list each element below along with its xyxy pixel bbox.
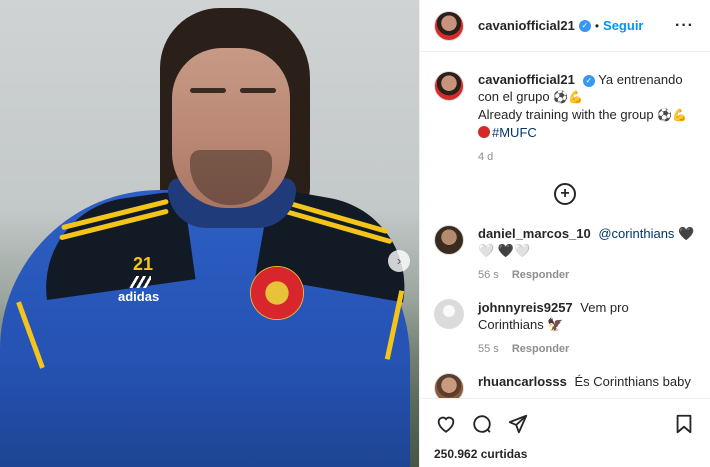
load-more-comments-button[interactable]: +: [554, 183, 576, 205]
caption-avatar[interactable]: [434, 71, 464, 101]
share-icon[interactable]: [506, 412, 530, 436]
header-separator: •: [594, 18, 600, 33]
commenter-avatar[interactable]: [434, 225, 464, 255]
reply-button[interactable]: Responder: [512, 269, 569, 281]
comment-meta: 56 s Responder: [478, 269, 696, 281]
caption-age: 4 d: [478, 151, 696, 163]
comment-text: johnnyreis9257 Vem pro Corinthians 🦅: [478, 299, 696, 333]
adidas-stripes-icon: [126, 276, 151, 288]
author-avatar[interactable]: [434, 10, 464, 41]
post-sidebar: cavaniofficial21 ✓ • Seguir ··· cavaniof…: [419, 0, 710, 467]
post-actions: 250.962 curtidas: [420, 398, 710, 467]
comment-icon[interactable]: [470, 412, 494, 436]
follow-button[interactable]: Seguir: [603, 18, 643, 33]
jersey-brand: adidas: [118, 289, 160, 304]
comments-list[interactable]: cavaniofficial21 ✓ Ya entrenando con el g…: [420, 53, 710, 398]
club-crest-icon: [250, 266, 304, 320]
caption-username[interactable]: cavaniofficial21: [478, 72, 575, 87]
heart-icon[interactable]: [434, 412, 458, 436]
jersey-brand-logo: adidas: [118, 276, 159, 304]
comment-text: daniel_marcos_10 @corinthians 🖤🤍 🖤🤍: [478, 225, 696, 259]
verified-badge-icon: ✓: [582, 75, 595, 87]
comment-age[interactable]: 56 s: [478, 269, 499, 281]
action-bar: [434, 409, 696, 439]
verified-badge-icon: ✓: [578, 19, 591, 32]
red-circle-icon: [478, 126, 490, 138]
next-photo-button[interactable]: ›: [388, 250, 410, 272]
caption-line2-emojis: ⚽💪: [657, 108, 688, 122]
caption-text: cavaniofficial21 ✓ Ya entrenando con el g…: [478, 71, 696, 141]
load-more: +: [434, 183, 696, 205]
caption-line2: Already training with the group: [478, 107, 654, 122]
author-username[interactable]: cavaniofficial21: [478, 18, 575, 33]
reply-button[interactable]: Responder: [512, 343, 569, 355]
post-photo[interactable]: 21 adidas ›: [0, 0, 419, 467]
more-options-icon[interactable]: ···: [675, 17, 694, 35]
comment-age[interactable]: 55 s: [478, 343, 499, 355]
comment-item: johnnyreis9257 Vem pro Corinthians 🦅 55 …: [434, 299, 696, 355]
commenter-username[interactable]: johnnyreis9257: [478, 300, 573, 315]
comment-body: És Corinthians baby: [574, 374, 691, 389]
jersey-number: 21: [133, 254, 154, 274]
caption: cavaniofficial21 ✓ Ya entrenando con el g…: [434, 71, 696, 163]
comment-item: daniel_marcos_10 @corinthians 🖤🤍 🖤🤍 56 s…: [434, 225, 696, 281]
photo-brow-left: [190, 88, 226, 93]
photo-brow-right: [240, 88, 276, 93]
commenter-avatar-default[interactable]: [434, 299, 464, 329]
hashtag-link[interactable]: #MUFC: [492, 125, 537, 140]
commenter-username[interactable]: rhuancarlosss: [478, 374, 567, 389]
caption-age-text[interactable]: 4 d: [478, 151, 493, 163]
caption-line1-emojis: ⚽💪: [553, 90, 584, 104]
comment-meta: 55 s Responder: [478, 343, 696, 355]
commenter-avatar[interactable]: [434, 373, 464, 398]
commenter-username[interactable]: daniel_marcos_10: [478, 226, 591, 241]
bookmark-icon[interactable]: [672, 412, 696, 436]
comment-text: rhuancarlosss És Corinthians baby: [478, 373, 691, 390]
post-header: cavaniofficial21 ✓ • Seguir ···: [420, 0, 710, 52]
comment-mention-link[interactable]: @corinthians: [598, 226, 674, 241]
likes-count[interactable]: 250.962 curtidas: [434, 447, 696, 461]
comment-item: rhuancarlosss És Corinthians baby: [434, 373, 696, 398]
